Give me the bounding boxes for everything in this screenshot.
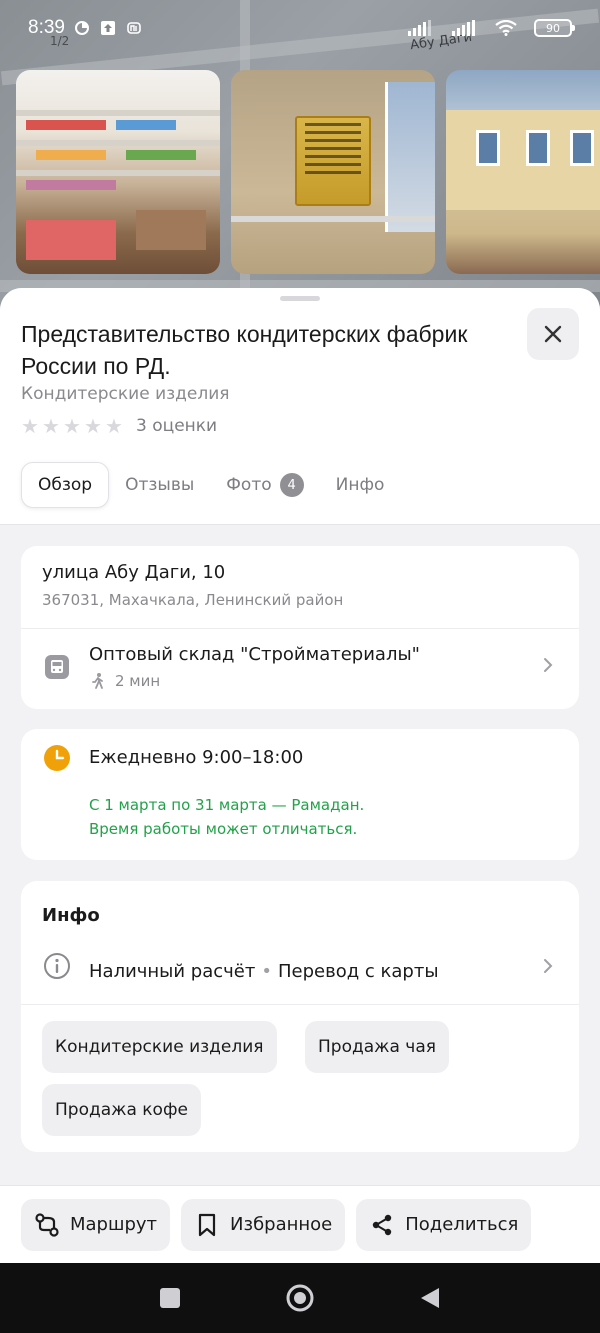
close-button[interactable] <box>527 308 579 360</box>
hours-note-line: Время работы может отличаться. <box>89 820 358 838</box>
walk-time: 2 мин <box>89 672 160 690</box>
place-category: Кондитерские изделия <box>21 384 230 404</box>
tab-reviews[interactable]: Отзывы <box>109 462 210 508</box>
rating-count: 3 оценки <box>136 416 218 436</box>
signal-2-icon <box>450 19 478 37</box>
info-title: Инфо <box>42 905 100 926</box>
action-bar: Маршрут Избранное Поделиться <box>0 1185 600 1263</box>
sync-icon <box>73 19 91 37</box>
star-icon: ★ <box>84 414 102 438</box>
status-time: 8:39 <box>28 17 65 38</box>
info-card: Инфо Наличный расчёт • Перевод с карты Кон… <box>21 881 579 1152</box>
address-street[interactable]: улица Абу Даги, 10 <box>42 562 225 583</box>
wifi-icon <box>494 19 518 37</box>
tabs: Обзор Отзывы Фото 4 Инфо <box>21 462 400 508</box>
star-icon: ★ <box>63 414 81 438</box>
bookmark-icon <box>194 1212 220 1238</box>
clock-icon <box>42 743 72 773</box>
address-card: улица Абу Даги, 10 367031, Махачкала, Ле… <box>21 546 579 709</box>
payment-separator: • <box>261 961 272 982</box>
payment-card-transfer: Перевод с карты <box>277 961 439 982</box>
back-button[interactable] <box>415 1283 445 1313</box>
rating[interactable]: ★ ★ ★ ★ ★ 3 оценки <box>21 416 217 436</box>
place-card-sheet: Представительство кондитерских фабрик Ро… <box>0 288 600 1263</box>
sign-plaque <box>295 116 371 206</box>
status-bar: 8:39 90 <box>0 0 600 56</box>
chevron-right-icon[interactable] <box>541 658 555 672</box>
square-icon <box>160 1288 180 1308</box>
share-icon <box>369 1212 395 1238</box>
share-button[interactable]: Поделиться <box>356 1198 532 1251</box>
address-details: 367031, Махачкала, Ленинский район <box>42 591 344 609</box>
photo-count-badge: 4 <box>279 473 304 497</box>
circle-icon <box>286 1284 314 1312</box>
home-button[interactable] <box>285 1283 315 1313</box>
sheet-header: Представительство кондитерских фабрик Ро… <box>0 288 600 525</box>
star-icon: ★ <box>21 414 39 438</box>
battery-indicator: 90 <box>534 19 575 37</box>
transit-stop-name[interactable]: Оптовый склад "Стройматериалы" <box>89 644 420 665</box>
hours-card[interactable]: Ежедневно 9:00–18:00 С 1 марта по 31 мар… <box>21 729 579 860</box>
hours-note-line: С 1 марта по 31 марта — Рамадан. <box>89 796 365 814</box>
hours-main: Ежедневно 9:00–18:00 <box>89 747 304 768</box>
photo-sign[interactable] <box>231 70 435 274</box>
hours-note: С 1 марта по 31 марта — Рамадан. Время р… <box>89 793 364 841</box>
close-icon <box>544 325 562 343</box>
place-title: Представительство кондитерских фабрик Ро… <box>21 321 468 379</box>
walk-icon <box>92 673 103 689</box>
share-label: Поделиться <box>405 1214 519 1235</box>
favorite-button[interactable]: Избранное <box>181 1198 346 1251</box>
star-icon: ★ <box>105 414 123 438</box>
payment-cash: Наличный расчёт <box>89 961 256 982</box>
signal-icon <box>406 19 434 37</box>
chevron-right-icon[interactable] <box>541 959 555 973</box>
back-triangle-icon <box>421 1288 439 1308</box>
tab-label: Отзывы <box>125 475 195 495</box>
photo-interior[interactable] <box>16 70 220 274</box>
system-nav-bar <box>0 1263 600 1333</box>
bus-icon <box>42 652 72 682</box>
photo-building[interactable] <box>446 70 600 274</box>
route-label: Маршрут <box>70 1214 158 1235</box>
payment-methods[interactable]: Наличный расчёт • Перевод с карты <box>89 961 439 982</box>
feature-chip[interactable]: Продажа чая <box>305 1021 449 1073</box>
tab-label: Фото <box>226 475 272 495</box>
route-button[interactable]: Маршрут <box>21 1198 171 1251</box>
tab-label: Обзор <box>38 475 93 495</box>
route-icon <box>34 1212 60 1238</box>
tab-label: Инфо <box>335 475 385 495</box>
star-icon: ★ <box>42 414 60 438</box>
favorite-label: Избранное <box>230 1214 333 1235</box>
feature-chip[interactable]: Продажа кофе <box>42 1084 201 1136</box>
mi-icon <box>125 19 143 37</box>
recents-button[interactable] <box>155 1283 185 1313</box>
tab-overview[interactable]: Обзор <box>21 462 110 508</box>
info-icon <box>42 951 72 981</box>
tab-info[interactable]: Инфо <box>320 462 401 508</box>
upload-icon <box>99 19 117 37</box>
feature-chip[interactable]: Кондитерские изделия <box>42 1021 277 1073</box>
tab-photos[interactable]: Фото 4 <box>210 462 319 508</box>
walk-time-label: 2 мин <box>115 672 161 690</box>
drag-handle[interactable] <box>280 296 320 301</box>
